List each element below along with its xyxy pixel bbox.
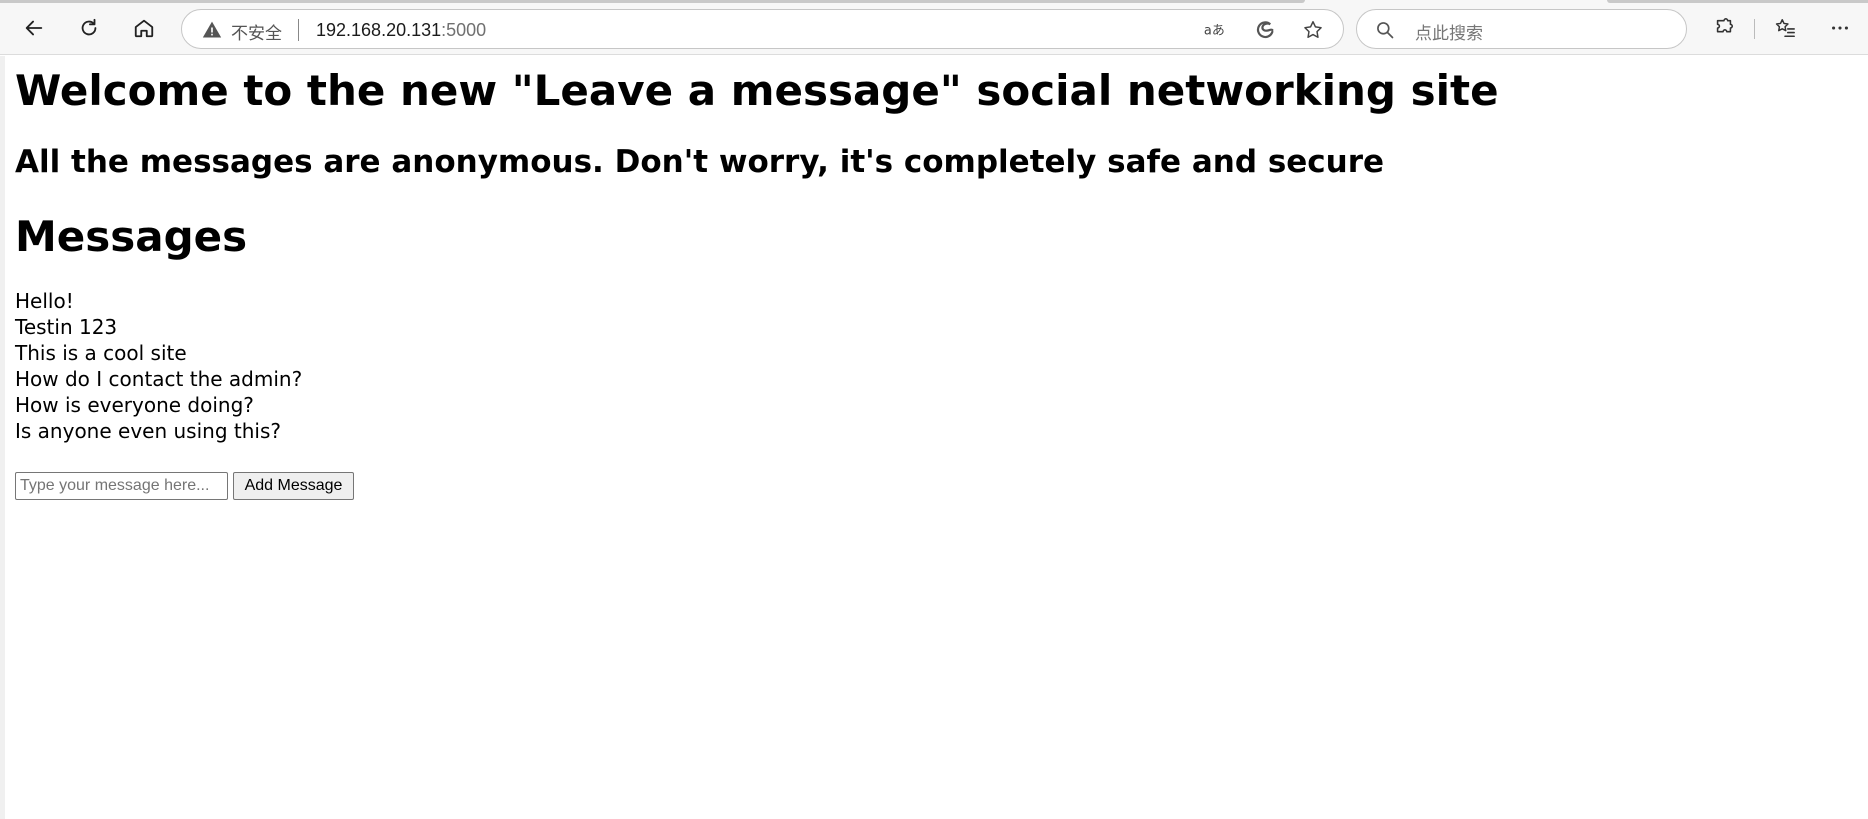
toolbar-separator [1754,19,1755,39]
add-message-button[interactable]: Add Message [233,472,354,500]
url-host: 192.168.20.131 [316,20,442,40]
refresh-button[interactable] [73,12,105,44]
page-content: Welcome to the new "Leave a message" soc… [0,56,1868,819]
url-port: :5000 [441,20,487,40]
star-icon [1304,21,1322,38]
search-box[interactable]: 点此搜索 [1356,9,1687,49]
edge-copilot-button[interactable] [1252,17,1278,43]
back-button[interactable] [18,12,50,44]
warning-triangle-icon[interactable] [202,20,222,40]
tab-strip [0,0,1305,3]
url-text[interactable]: 192.168.20.131:5000 [316,20,486,41]
favorites-button[interactable] [1768,12,1802,44]
search-placeholder: 点此搜索 [1415,24,1483,44]
message-item: Hello! [15,289,74,313]
address-bar[interactable]: 不安全 192.168.20.131:5000 aあ [181,9,1344,49]
more-button[interactable] [1823,12,1857,44]
security-status-label[interactable]: 不安全 [231,19,282,44]
edge-logo-icon [1256,21,1274,39]
message-item: This is a cool site [15,341,187,365]
message-item: Testin 123 [15,315,118,339]
message-item: How do I contact the admin? [15,367,303,391]
messages-list: Hello! Testin 123 This is a cool site Ho… [15,288,302,444]
favorites-list-icon [1775,19,1795,38]
messages-heading: Messages [15,212,248,261]
browser-toolbar: 不安全 192.168.20.131:5000 aあ 点此搜索 [0,0,1868,55]
favorite-button[interactable] [1300,17,1326,43]
home-icon [134,19,154,38]
puzzle-icon [1716,18,1734,33]
extensions-button[interactable] [1707,12,1741,44]
message-item: Is anyone even using this? [15,419,281,443]
page-subtitle: All the messages are anonymous. Don't wo… [15,144,1385,180]
message-item: How is everyone doing? [15,393,254,417]
home-button[interactable] [128,12,160,44]
svg-text:aあ: aあ [1204,24,1225,39]
address-separator [298,19,299,41]
message-input[interactable] [15,472,228,500]
page-title: Welcome to the new "Leave a message" soc… [15,66,1499,115]
search-icon [1377,22,1394,39]
read-aloud-icon: aあ [1204,24,1225,39]
read-aloud-button[interactable]: aあ [1202,17,1228,43]
tab-strip [1607,0,1868,3]
back-arrow-icon [25,20,43,36]
more-dots-icon [1832,26,1848,30]
refresh-icon [81,18,97,36]
